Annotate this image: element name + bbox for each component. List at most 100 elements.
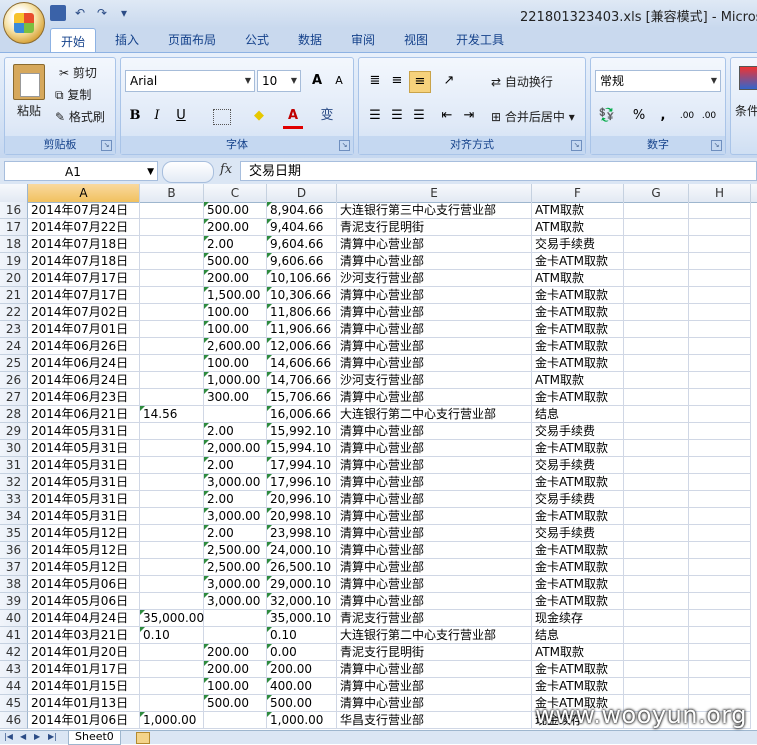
row-header[interactable]: 27 bbox=[0, 389, 28, 406]
cell-c[interactable]: 100.00 bbox=[204, 321, 267, 338]
cell-c[interactable]: 2,000.00 bbox=[204, 440, 267, 457]
cell-g[interactable] bbox=[624, 508, 689, 525]
cell-f[interactable]: ATM取款 bbox=[532, 372, 624, 389]
row-header[interactable]: 24 bbox=[0, 338, 28, 355]
cell-f[interactable]: 金卡ATM取款 bbox=[532, 576, 624, 593]
cell-c[interactable]: 2.00 bbox=[204, 491, 267, 508]
cell-g[interactable] bbox=[624, 627, 689, 644]
cell-f[interactable]: 金卡ATM取款 bbox=[532, 474, 624, 491]
name-box[interactable]: A1 ▼ bbox=[4, 161, 158, 181]
cell-d[interactable]: 26,500.10 bbox=[267, 559, 337, 576]
cell-a[interactable]: 2014年06月23日 bbox=[28, 389, 140, 406]
cell-h[interactable] bbox=[689, 644, 751, 661]
row-header[interactable]: 25 bbox=[0, 355, 28, 372]
cell-b[interactable] bbox=[140, 321, 204, 338]
insert-sheet-icon[interactable] bbox=[136, 732, 150, 744]
row-header[interactable]: 46 bbox=[0, 712, 28, 729]
cell-e[interactable]: 清算中心营业部 bbox=[337, 389, 532, 406]
row-header[interactable]: 45 bbox=[0, 695, 28, 712]
cell-e[interactable]: 清算中心营业部 bbox=[337, 304, 532, 321]
cell-a[interactable]: 2014年05月12日 bbox=[28, 542, 140, 559]
column-header-e[interactable]: E bbox=[337, 184, 532, 202]
cell-f[interactable]: 金卡ATM取款 bbox=[532, 593, 624, 610]
cell-b[interactable] bbox=[140, 372, 204, 389]
cell-d[interactable]: 15,706.66 bbox=[267, 389, 337, 406]
cell-c[interactable]: 500.00 bbox=[204, 253, 267, 270]
row-header[interactable]: 28 bbox=[0, 406, 28, 423]
cell-d[interactable]: 1,000.00 bbox=[267, 712, 337, 729]
cell-d[interactable]: 16,006.66 bbox=[267, 406, 337, 423]
cell-h[interactable] bbox=[689, 457, 751, 474]
cell-a[interactable]: 2014年07月18日 bbox=[28, 253, 140, 270]
cell-f[interactable]: 金卡ATM取款 bbox=[532, 678, 624, 695]
cell-a[interactable]: 2014年05月06日 bbox=[28, 593, 140, 610]
font-size-select[interactable]: 10 ▼ bbox=[257, 70, 301, 92]
cell-c[interactable] bbox=[204, 712, 267, 729]
cut-button[interactable]: ✂ 剪切 bbox=[59, 64, 97, 81]
office-button[interactable] bbox=[3, 2, 45, 44]
cell-a[interactable]: 2014年01月15日 bbox=[28, 678, 140, 695]
cell-b[interactable] bbox=[140, 644, 204, 661]
number-launcher-icon[interactable]: ↘ bbox=[711, 140, 722, 151]
cell-d[interactable]: 29,000.10 bbox=[267, 576, 337, 593]
accounting-icon[interactable]: 💱 bbox=[597, 106, 617, 126]
bold-button[interactable]: B bbox=[125, 106, 145, 126]
row-header[interactable]: 21 bbox=[0, 287, 28, 304]
cell-g[interactable] bbox=[624, 661, 689, 678]
cell-g[interactable] bbox=[624, 355, 689, 372]
column-header-b[interactable]: B bbox=[140, 184, 204, 202]
cell-f[interactable]: 金卡ATM取款 bbox=[532, 508, 624, 525]
cell-h[interactable] bbox=[689, 491, 751, 508]
cell-h[interactable] bbox=[689, 559, 751, 576]
row-header[interactable]: 41 bbox=[0, 627, 28, 644]
cell-e[interactable]: 清算中心营业部 bbox=[337, 236, 532, 253]
cell-e[interactable]: 清算中心营业部 bbox=[337, 355, 532, 372]
copy-button[interactable]: ⧉ 复制 bbox=[55, 86, 91, 103]
cell-h[interactable] bbox=[689, 474, 751, 491]
paste-icon[interactable] bbox=[13, 64, 45, 100]
cell-a[interactable]: 2014年07月22日 bbox=[28, 219, 140, 236]
font-launcher-icon[interactable]: ↘ bbox=[339, 140, 350, 151]
cell-c[interactable] bbox=[204, 627, 267, 644]
cell-f[interactable]: 金卡ATM取款 bbox=[532, 661, 624, 678]
customize-qat-icon[interactable]: ▾ bbox=[116, 5, 132, 21]
conditional-format-button[interactable]: 条件 bbox=[735, 102, 757, 119]
cell-f[interactable]: ATM取款 bbox=[532, 219, 624, 236]
cell-h[interactable] bbox=[689, 355, 751, 372]
cell-a[interactable]: 2014年05月12日 bbox=[28, 559, 140, 576]
cell-d[interactable]: 17,996.10 bbox=[267, 474, 337, 491]
cell-c[interactable]: 1,500.00 bbox=[204, 287, 267, 304]
cell-d[interactable]: 20,998.10 bbox=[267, 508, 337, 525]
orientation-icon[interactable]: ↗ bbox=[439, 71, 459, 91]
cell-c[interactable]: 3,000.00 bbox=[204, 593, 267, 610]
cell-c[interactable] bbox=[204, 610, 267, 627]
cell-e[interactable]: 清算中心营业部 bbox=[337, 695, 532, 712]
cell-a[interactable]: 2014年05月31日 bbox=[28, 457, 140, 474]
cell-e[interactable]: 清算中心营业部 bbox=[337, 491, 532, 508]
cell-d[interactable]: 0.00 bbox=[267, 644, 337, 661]
cell-f[interactable]: 金卡ATM取款 bbox=[532, 338, 624, 355]
tab-developer[interactable]: 开发工具 bbox=[456, 31, 504, 48]
tab-formulas[interactable]: 公式 bbox=[245, 31, 269, 48]
cell-d[interactable]: 8,904.66 bbox=[267, 202, 337, 219]
cell-a[interactable]: 2014年05月06日 bbox=[28, 576, 140, 593]
cell-h[interactable] bbox=[689, 372, 751, 389]
cell-b[interactable] bbox=[140, 253, 204, 270]
cell-b[interactable] bbox=[140, 202, 204, 219]
cell-c[interactable]: 3,000.00 bbox=[204, 474, 267, 491]
cell-b[interactable] bbox=[140, 491, 204, 508]
row-header[interactable]: 20 bbox=[0, 270, 28, 287]
cell-h[interactable] bbox=[689, 287, 751, 304]
cell-c[interactable]: 3,000.00 bbox=[204, 508, 267, 525]
cell-g[interactable] bbox=[624, 389, 689, 406]
row-header[interactable]: 34 bbox=[0, 508, 28, 525]
conditional-format-icon[interactable] bbox=[739, 66, 757, 90]
wrap-text-button[interactable]: ⇄ 自动换行 bbox=[491, 73, 553, 90]
cell-g[interactable] bbox=[624, 678, 689, 695]
cell-d[interactable]: 14,606.66 bbox=[267, 355, 337, 372]
cell-f[interactable]: 交易手续费 bbox=[532, 491, 624, 508]
cell-h[interactable] bbox=[689, 389, 751, 406]
cell-c[interactable]: 200.00 bbox=[204, 644, 267, 661]
row-header[interactable]: 33 bbox=[0, 491, 28, 508]
cell-c[interactable]: 500.00 bbox=[204, 202, 267, 219]
